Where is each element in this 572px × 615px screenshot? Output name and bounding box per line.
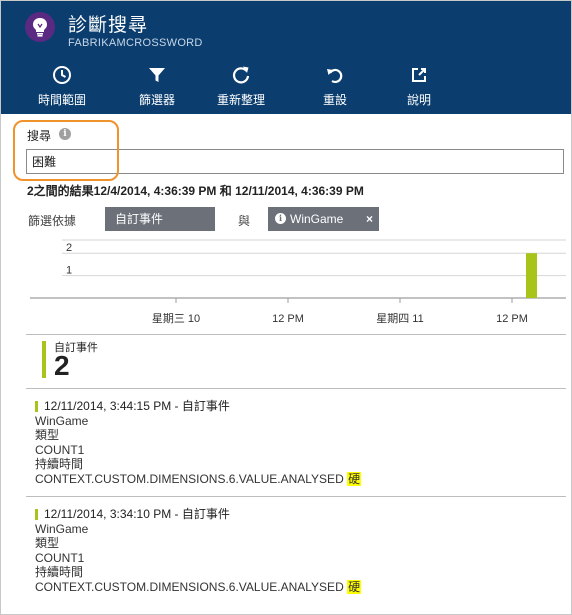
result-marker xyxy=(35,509,38,520)
info-icon: i xyxy=(275,213,286,224)
page-subtitle: FABRIKAMCROSSWORD xyxy=(68,37,203,49)
filter-chip-wingame[interactable]: i WinGame × xyxy=(268,207,379,231)
filter-button[interactable]: 篩選器 xyxy=(127,65,187,109)
search-input[interactable] xyxy=(26,149,564,174)
x-tick-label: 12 PM xyxy=(496,313,528,325)
context-key: CONTEXT.CUSTOM.DIMENSIONS.6.VALUE.ANALYS… xyxy=(35,579,344,594)
page-title: 診斷搜尋 xyxy=(68,15,149,36)
filter-by-label: 篩選依據 xyxy=(28,214,77,228)
context-key: CONTEXT.CUSTOM.DIMENSIONS.6.VALUE.ANALYS… xyxy=(35,471,344,486)
clock-icon xyxy=(32,65,92,87)
blade-header: 診斷搜尋 FABRIKAMCROSSWORD 時間範圍 篩選器 重新整理 重設 … xyxy=(1,1,571,114)
event-chart[interactable]: 2 1 星期三 10 12 PM 星期四 11 12 PM xyxy=(26,238,566,330)
result-marker xyxy=(35,401,38,412)
reset-label: 重設 xyxy=(322,93,347,107)
filter-chip-label: WinGame xyxy=(290,212,344,226)
chart-bar xyxy=(526,253,537,298)
result-line: 類型 xyxy=(35,536,60,550)
refresh-button[interactable]: 重新整理 xyxy=(211,65,271,109)
result-line: COUNT1 xyxy=(35,442,85,457)
refresh-label: 重新整理 xyxy=(216,93,265,107)
divider xyxy=(26,334,566,335)
divider xyxy=(26,388,566,389)
result-context-line: CONTEXT.CUSTOM.DIMENSIONS.6.VALUE.ANALYS… xyxy=(35,471,555,487)
search-highlight: 硬 xyxy=(347,471,362,486)
filter-and-label: 與 xyxy=(238,214,251,228)
filter-chip-label: 自訂事件 xyxy=(115,212,164,226)
reset-button[interactable]: 重設 xyxy=(305,65,365,109)
y-tick-label: 2 xyxy=(66,242,72,254)
count-accent-bar xyxy=(42,341,46,378)
info-icon[interactable]: i xyxy=(59,128,71,140)
search-label: 搜尋 xyxy=(27,129,52,143)
x-tick-label: 星期四 11 xyxy=(376,312,423,325)
result-header: 12/11/2014, 3:44:15 PM - 自訂事件 xyxy=(44,399,230,413)
x-tick-label: 12 PM xyxy=(272,313,304,325)
time-range-label: 時間範圍 xyxy=(37,93,86,107)
divider xyxy=(26,496,566,497)
close-icon[interactable]: × xyxy=(366,207,373,231)
result-line: WinGame xyxy=(35,521,89,536)
x-tick-label: 星期三 10 xyxy=(152,312,200,325)
undo-icon xyxy=(305,65,365,87)
help-label: 說明 xyxy=(406,93,431,107)
result-line: 類型 xyxy=(35,428,60,442)
result-item[interactable]: 12/11/2014, 3:34:10 PM - 自訂事件 WinGame 類型… xyxy=(35,507,555,594)
filter-chip-custom-event[interactable]: 自訂事件 xyxy=(105,207,215,231)
result-line: COUNT1 xyxy=(35,550,85,565)
result-header: 12/11/2014, 3:34:10 PM - 自訂事件 xyxy=(44,507,230,521)
result-line: 持續時間 xyxy=(35,457,84,471)
event-count-value: 2 xyxy=(54,350,70,381)
result-item[interactable]: 12/11/2014, 3:44:15 PM - 自訂事件 WinGame 類型… xyxy=(35,399,555,486)
y-tick-label: 1 xyxy=(66,265,72,277)
refresh-icon xyxy=(211,65,271,87)
help-button[interactable]: 說明 xyxy=(389,65,449,109)
filter-label: 篩選器 xyxy=(138,93,175,107)
lightbulb-icon xyxy=(25,12,55,42)
result-line: WinGame xyxy=(35,413,89,428)
time-range-button[interactable]: 時間範圍 xyxy=(32,65,92,109)
result-line: 持續時間 xyxy=(35,565,84,579)
search-highlight: 硬 xyxy=(347,579,362,594)
filter-icon xyxy=(127,65,187,87)
external-link-icon xyxy=(389,65,449,87)
result-summary: 2之間的結果12/4/2014, 4:36:39 PM 和 12/11/2014… xyxy=(27,184,364,198)
result-context-line: CONTEXT.CUSTOM.DIMENSIONS.6.VALUE.ANALYS… xyxy=(35,579,555,595)
